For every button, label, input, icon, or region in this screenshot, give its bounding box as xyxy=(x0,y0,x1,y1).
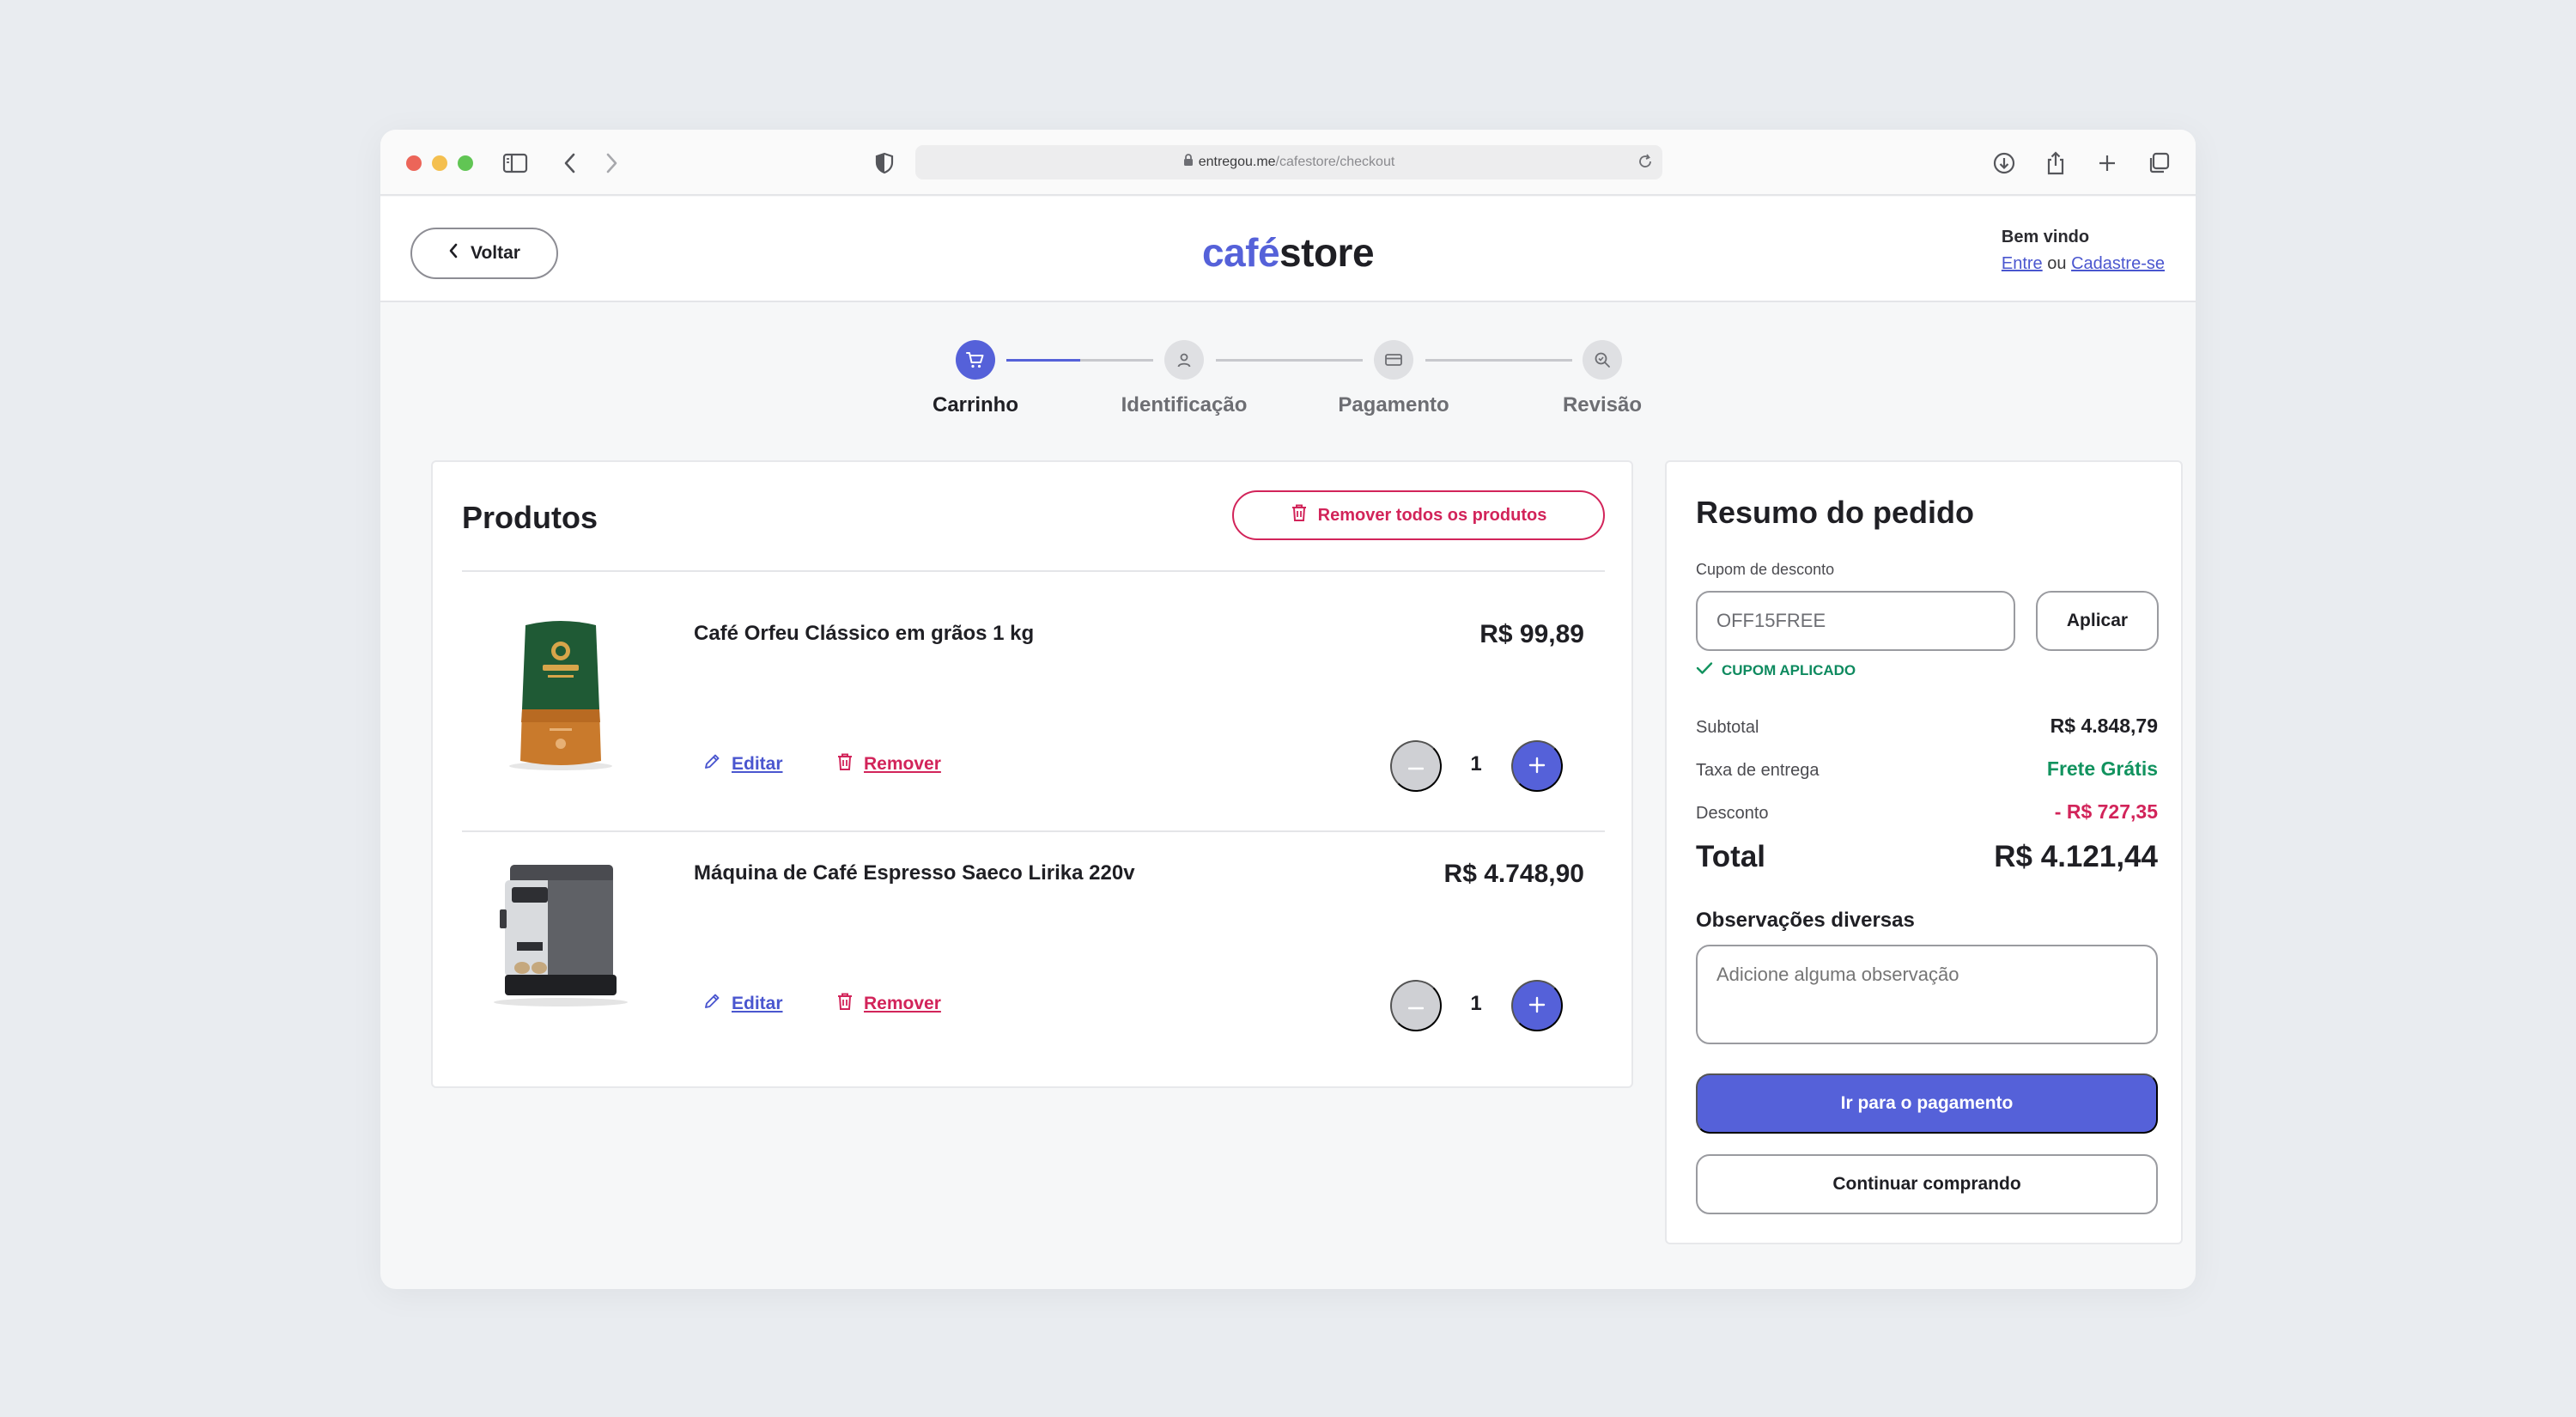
apply-coupon-button[interactable]: Aplicar xyxy=(2036,591,2159,651)
cart-item: Café Orfeu Clássico em grãos 1 kg R$ 99,… xyxy=(462,572,1605,811)
address-bar[interactable]: entregou.me/cafestore/checkout xyxy=(915,145,1662,179)
discount-value: - R$ 727,35 xyxy=(2054,800,2158,823)
login-link[interactable]: Entre xyxy=(2002,254,2043,273)
edit-item-button[interactable]: Editar xyxy=(702,752,783,776)
products-card: Produtos Remover todos os produtos Café … xyxy=(431,460,1633,1088)
logo-store-text: store xyxy=(1279,230,1375,275)
notes-textarea[interactable] xyxy=(1696,945,2158,1044)
coupon-label: Cupom de desconto xyxy=(1696,561,1835,578)
subtotal-row: Subtotal R$ 4.848,79 xyxy=(1696,715,2158,738)
item-name: Máquina de Café Espresso Saeco Lirika 22… xyxy=(694,861,1135,885)
remove-item-button[interactable]: Remover xyxy=(836,752,941,776)
step-identificacao[interactable]: Identificação xyxy=(1098,340,1270,417)
products-title: Produtos xyxy=(462,500,598,535)
site-header: Voltar caféstore Bem vindo Entre ou Cada… xyxy=(380,197,2196,302)
site-logo[interactable]: caféstore xyxy=(380,229,2196,276)
url-path: /cafestore/checkout xyxy=(1275,155,1395,169)
quantity-value: 1 xyxy=(1470,752,1482,775)
increase-quantity-button[interactable] xyxy=(1511,980,1563,1031)
step-revisao[interactable]: Revisão xyxy=(1516,340,1688,417)
cart-icon xyxy=(956,340,995,380)
welcome-box: Bem vindo Entre ou Cadastre-se xyxy=(2002,228,2165,274)
trash-icon xyxy=(836,752,854,776)
total-row: Total R$ 4.121,44 xyxy=(1696,840,2158,874)
total-value: R$ 4.121,44 xyxy=(1994,840,2158,873)
delivery-row: Taxa de entrega Frete Grátis xyxy=(1696,757,2158,781)
reload-icon[interactable] xyxy=(1637,153,1654,174)
user-icon xyxy=(1164,340,1204,380)
increase-quantity-button[interactable] xyxy=(1511,740,1563,792)
forward-nav-icon[interactable] xyxy=(597,149,626,178)
signup-link[interactable]: Cadastre-se xyxy=(2071,254,2165,273)
pencil-icon xyxy=(702,992,721,1016)
coupon-status-text: CUPOM APLICADO xyxy=(1722,661,1856,678)
search-check-icon xyxy=(1583,340,1622,380)
discount-label: Desconto xyxy=(1696,804,1769,823)
espresso-machine-image xyxy=(488,846,634,1018)
back-nav-icon[interactable] xyxy=(556,149,585,178)
logo-cafe-text: café xyxy=(1201,230,1280,275)
maximize-window-button[interactable] xyxy=(458,155,473,171)
step-carrinho[interactable]: Carrinho xyxy=(890,340,1061,417)
plus-icon xyxy=(1528,757,1546,776)
url-domain: entregou.me xyxy=(1198,155,1276,169)
subtotal-label: Subtotal xyxy=(1696,718,1759,737)
delivery-value: Frete Grátis xyxy=(2046,757,2158,780)
step-label: Identificação xyxy=(1121,393,1248,417)
share-icon[interactable] xyxy=(2041,149,2070,178)
pencil-icon xyxy=(702,752,721,776)
or-text: ou xyxy=(2047,254,2067,273)
minus-icon xyxy=(1407,1000,1425,1013)
remove-all-button[interactable]: Remover todos os produtos xyxy=(1232,490,1605,540)
step-label: Carrinho xyxy=(932,393,1018,417)
checkout-stepper: Carrinho Identificação Pagamento Revisão xyxy=(380,340,2196,426)
coupon-input[interactable] xyxy=(1696,591,2015,651)
decrease-quantity-button[interactable] xyxy=(1390,740,1442,792)
close-window-button[interactable] xyxy=(406,155,422,171)
trash-icon xyxy=(836,992,854,1016)
remove-all-label: Remover todos os produtos xyxy=(1317,505,1547,525)
minus-icon xyxy=(1407,760,1425,773)
total-label: Total xyxy=(1696,840,1766,873)
edit-label: Editar xyxy=(732,754,783,774)
remove-item-button[interactable]: Remover xyxy=(836,992,941,1016)
decrease-quantity-button[interactable] xyxy=(1390,980,1442,1031)
card-icon xyxy=(1374,340,1413,380)
step-label: Revisão xyxy=(1562,393,1643,417)
minimize-window-button[interactable] xyxy=(432,155,447,171)
remove-label: Remover xyxy=(864,754,941,774)
lock-icon xyxy=(1183,154,1194,171)
download-icon[interactable] xyxy=(1990,149,2019,178)
step-pagamento[interactable]: Pagamento xyxy=(1308,340,1479,417)
order-summary-card: Resumo do pedido Cupom de desconto Aplic… xyxy=(1665,460,2183,1244)
notes-title: Observações diversas xyxy=(1696,909,1915,932)
item-price: R$ 99,89 xyxy=(1479,620,1584,648)
privacy-shield-icon[interactable] xyxy=(870,149,899,178)
continue-shopping-button[interactable]: Continuar comprando xyxy=(1696,1154,2158,1214)
welcome-title: Bem vindo xyxy=(2001,228,2090,246)
coffee-bag-image xyxy=(488,606,634,778)
item-price: R$ 4.748,90 xyxy=(1443,860,1584,888)
step-label: Pagamento xyxy=(1338,393,1449,417)
sidebar-toggle-icon[interactable] xyxy=(501,149,530,178)
summary-title: Resumo do pedido xyxy=(1696,495,1974,530)
cart-item: Máquina de Café Espresso Saeco Lirika 22… xyxy=(462,812,1605,1050)
quantity-value: 1 xyxy=(1470,992,1482,1015)
remove-label: Remover xyxy=(864,994,941,1013)
edit-item-button[interactable]: Editar xyxy=(702,992,783,1016)
go-to-payment-button[interactable]: Ir para o pagamento xyxy=(1696,1073,2158,1134)
browser-toolbar: entregou.me/cafestore/checkout xyxy=(380,130,2196,196)
coupon-status: CUPOM APLICADO xyxy=(1696,661,1856,679)
delivery-label: Taxa de entrega xyxy=(1696,761,1820,780)
browser-window: entregou.me/cafestore/checkout Voltar ca… xyxy=(380,130,2196,1289)
new-tab-icon[interactable] xyxy=(2093,149,2122,178)
trash-icon xyxy=(1291,503,1308,527)
subtotal-value: R$ 4.848,79 xyxy=(2050,715,2158,737)
discount-row: Desconto - R$ 727,35 xyxy=(1696,800,2158,824)
item-name: Café Orfeu Clássico em grãos 1 kg xyxy=(694,622,1035,645)
tabs-overview-icon[interactable] xyxy=(2144,149,2173,178)
edit-label: Editar xyxy=(732,994,783,1013)
check-icon xyxy=(1696,661,1713,679)
plus-icon xyxy=(1528,996,1546,1016)
